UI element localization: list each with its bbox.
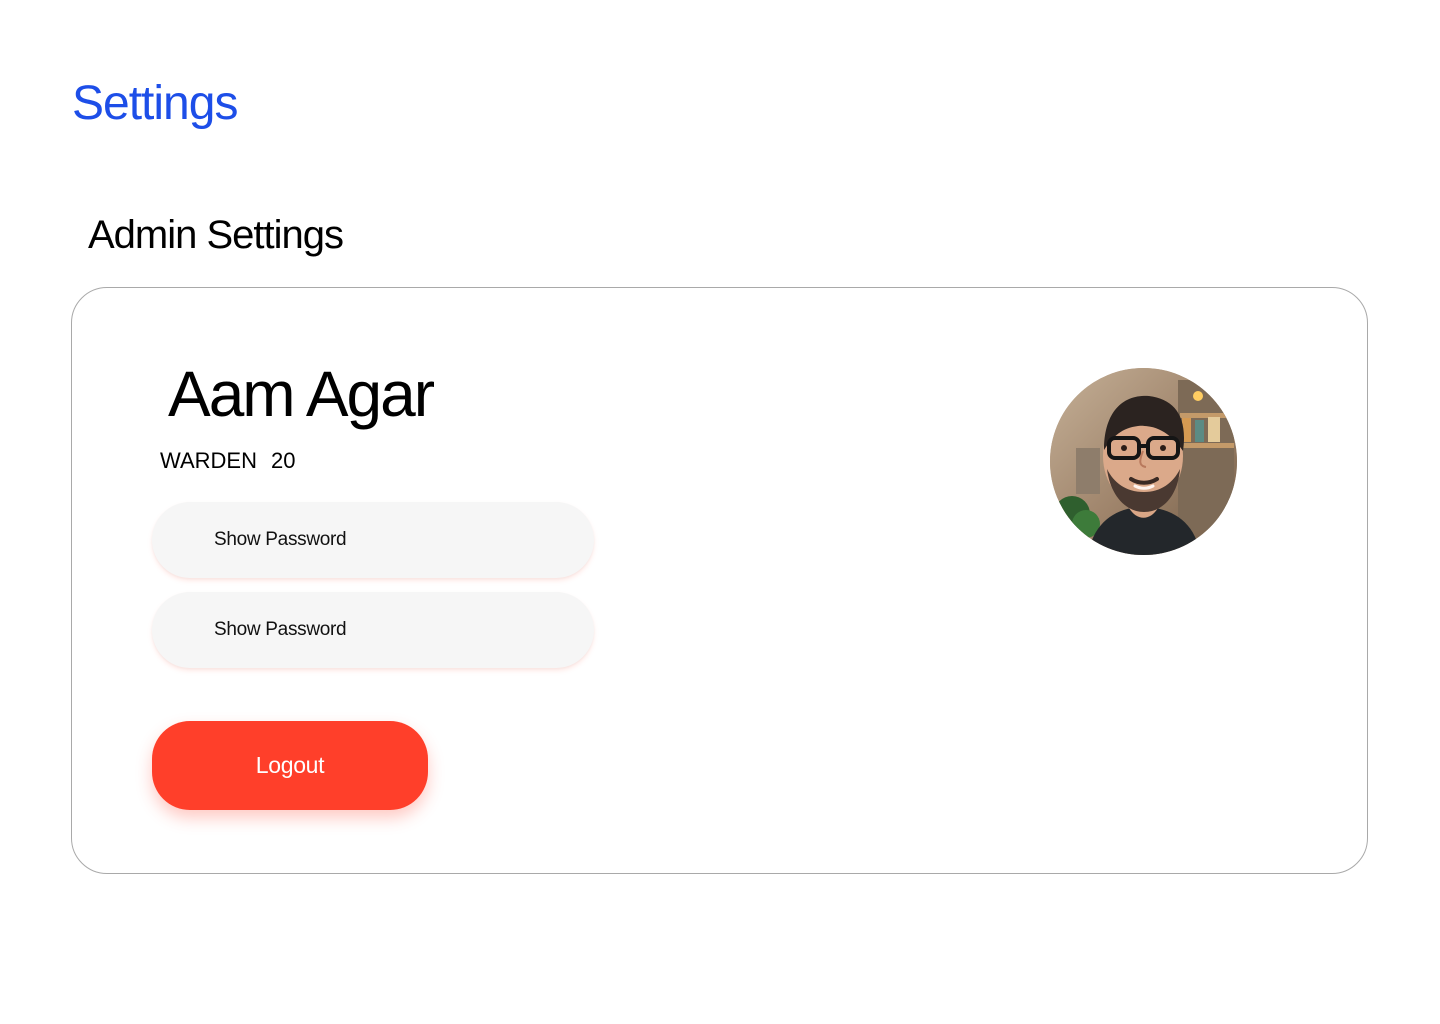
show-password-label: Show Password bbox=[214, 529, 347, 550]
profile-photo bbox=[1050, 368, 1237, 555]
role-label: WARDEN bbox=[160, 448, 257, 473]
avatar bbox=[1050, 368, 1237, 555]
show-password-field[interactable]: Show Password bbox=[152, 502, 594, 578]
section-title: Admin Settings bbox=[88, 213, 344, 257]
show-password-label: Show Password bbox=[214, 619, 347, 640]
role-info: WARDEN 20 bbox=[160, 447, 295, 475]
role-number: 20 bbox=[270, 448, 296, 473]
show-password-field[interactable]: Show Password bbox=[152, 592, 594, 668]
page-title: Settings bbox=[72, 77, 238, 130]
logout-button[interactable]: Logout bbox=[152, 721, 428, 810]
admin-profile-card: Aam Agar WARDEN 20 Show Password Show Pa… bbox=[71, 287, 1368, 874]
settings-page: Settings Admin Settings Aam Agar WARDEN … bbox=[0, 0, 1440, 1024]
user-name: Aam Agar bbox=[168, 358, 435, 430]
